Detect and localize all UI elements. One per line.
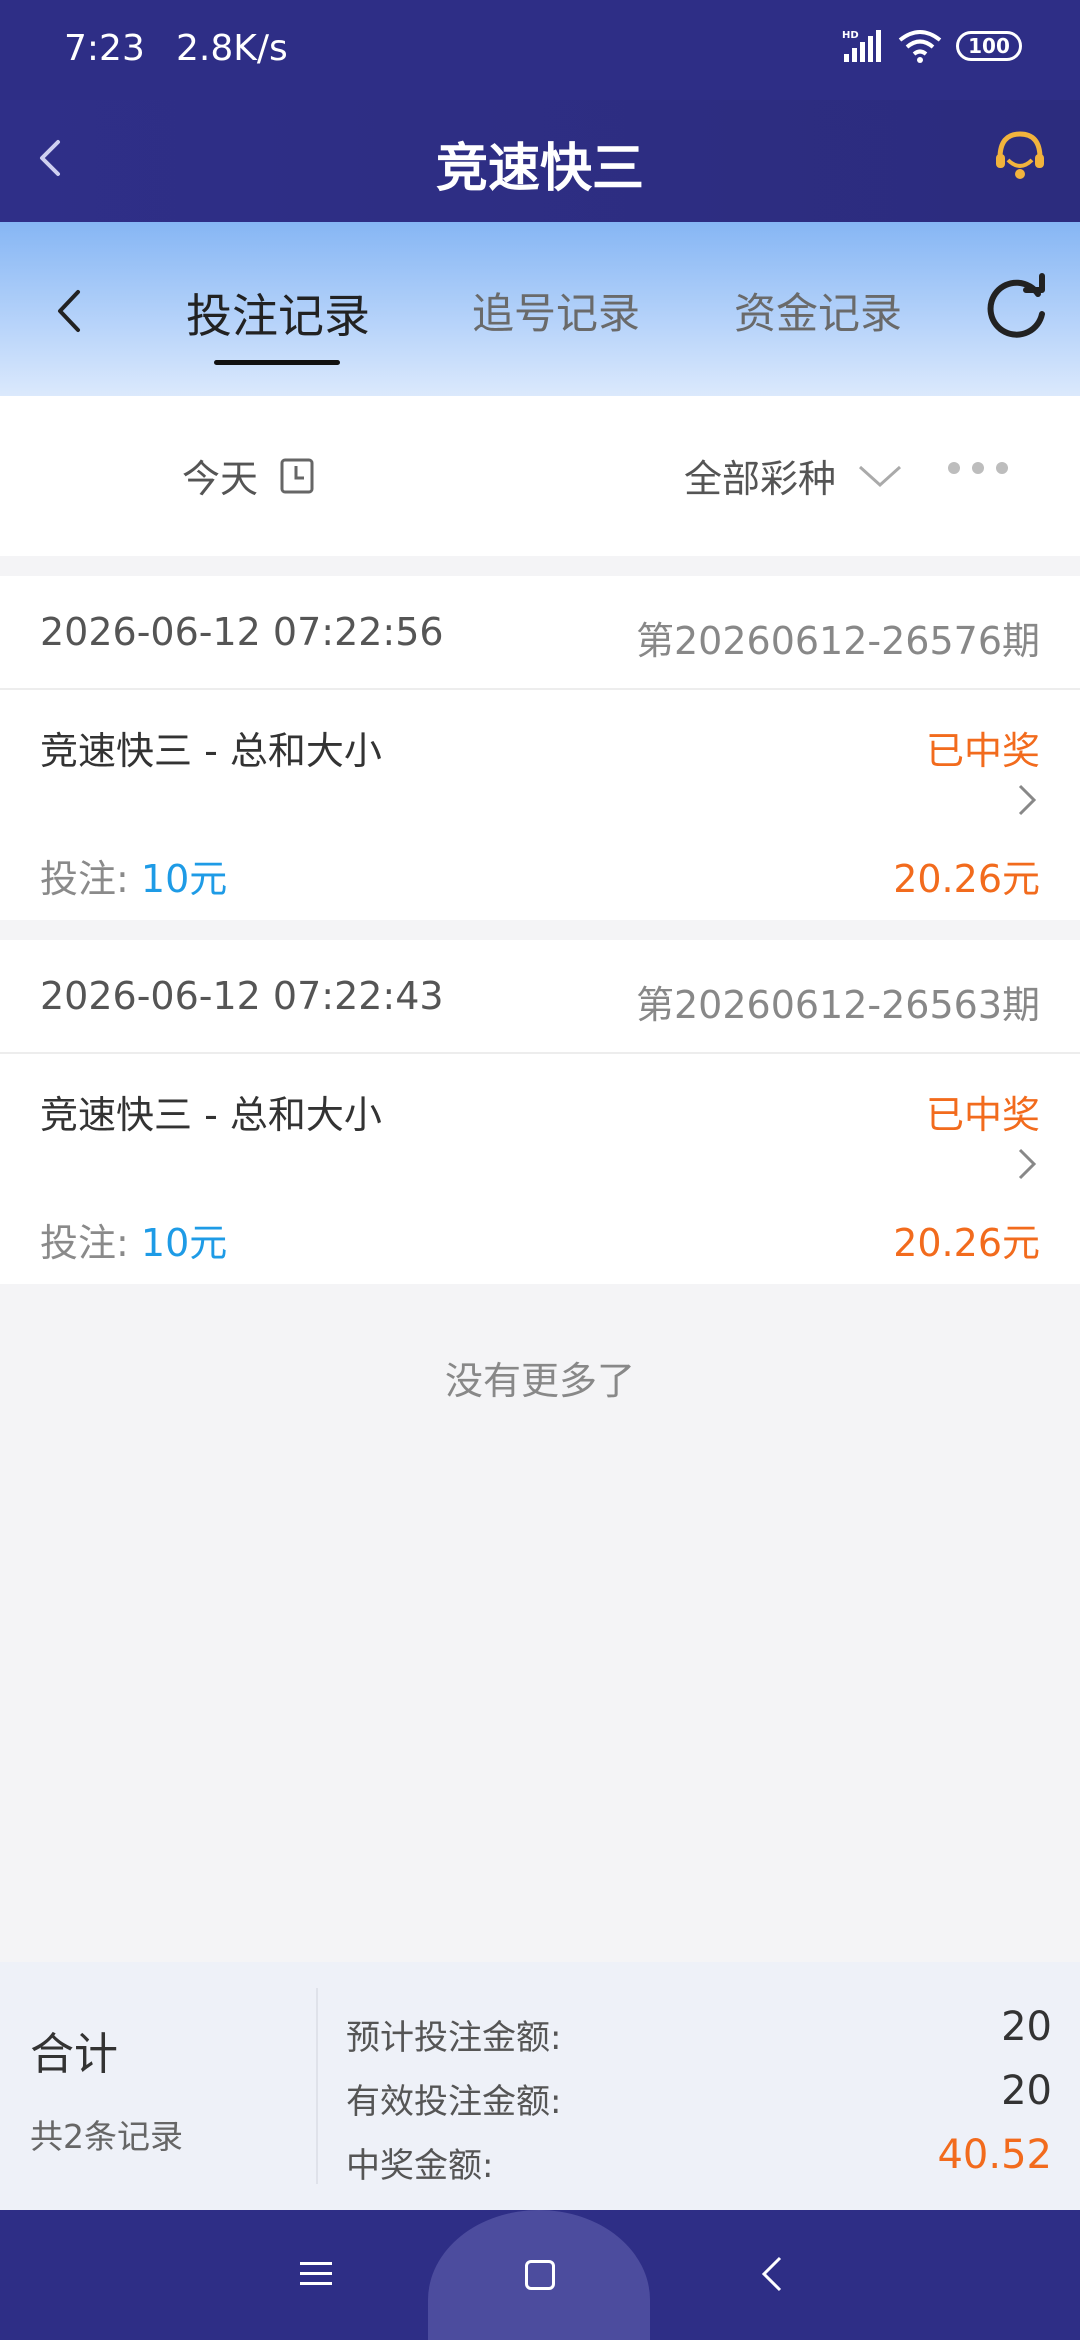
record-tab-bar: 投注记录 追号记录 资金记录 [0,222,1080,396]
bet-label: 投注: [40,1221,141,1265]
lottery-filter-label: 全部彩种 [684,457,837,501]
chevron-right-icon [1018,1148,1037,1180]
more-options-icon[interactable] [948,462,1008,474]
summary-divider [316,1988,318,2184]
record-period: 第20260612-26563期 [635,983,1040,1027]
signal-icon: HD [842,30,881,62]
record-header: 2026-06-12 07:22:56 第20260612-26576期 [0,576,1080,690]
home-button[interactable] [428,2210,650,2340]
refresh-icon[interactable] [978,272,1054,348]
wifi-icon [898,30,942,63]
record-prize: 20.26元 [893,1221,1040,1265]
status-icons: HD 100 [840,28,1022,64]
bet-amount: 10元 [140,857,228,901]
menu-icon[interactable] [296,2254,336,2294]
expected-bet-value: 20 [1001,2004,1052,2050]
status-network-speed: 2.8K/s [176,28,288,69]
record-prize: 20.26元 [893,857,1040,901]
tab-bet-records[interactable]: 投注记录 [186,280,370,346]
battery-icon: 100 [956,31,1022,61]
record-bet: 投注: 10元 [40,1212,227,1267]
page-title: 竞速快三 [435,139,644,199]
bet-record-card[interactable]: 2026-06-12 07:22:56 第20260612-26576期 竞速快… [0,576,1080,920]
customer-service-icon[interactable] [990,126,1050,186]
summary-title: 合计 [30,2029,118,2080]
record-body: 竞速快三 - 总和大小 已中奖 投注: 10元 20.26元 [0,690,1080,920]
active-tab-indicator [214,360,340,365]
prize-label: 中奖金额: [346,2146,494,2186]
app-header: 竞速快三 [0,100,1080,222]
record-game-name: 竞速快三 - 总和大小 [40,1093,382,1137]
date-filter-label: 今天 [182,457,259,501]
record-body: 竞速快三 - 总和大小 已中奖 投注: 10元 20.26元 [0,1054,1080,1284]
no-more-text: 没有更多了 [444,1359,635,1403]
chevron-right-icon [1018,784,1037,816]
summary-panel: 合计 共2条记录 预计投注金额: 20 有效投注金额: 20 中奖金额: 40.… [0,1962,1080,2210]
nav-back-icon[interactable] [752,2252,792,2296]
tab-back-icon[interactable] [40,276,100,346]
status-time: 7:23 [64,28,145,69]
filter-bar: 今天 全部彩种 [0,396,1080,556]
date-filter[interactable]: 今天 [182,448,314,503]
tab-fund-records[interactable]: 资金记录 [734,280,902,341]
home-icon [525,2260,555,2290]
tab-chase-records[interactable]: 追号记录 [472,280,640,341]
record-status: 已中奖 [925,1093,1040,1137]
record-header: 2026-06-12 07:22:43 第20260612-26563期 [0,940,1080,1054]
prize-value: 40.52 [937,2132,1052,2178]
chevron-down-icon [859,465,902,487]
record-game-name: 竞速快三 - 总和大小 [40,729,382,773]
record-bet: 投注: 10元 [40,848,227,903]
valid-bet-value: 20 [1001,2068,1052,2114]
bet-label: 投注: [40,857,141,901]
clock-icon [280,458,314,493]
record-time: 2026-06-12 07:22:43 [40,974,444,1018]
summary-count: 共2条记录 [30,2117,183,2156]
bet-amount: 10元 [140,1221,228,1265]
record-time: 2026-06-12 07:22:56 [40,610,444,654]
system-nav-bar [0,2210,1080,2340]
signal-hd-label: HD [842,30,859,41]
record-period: 第20260612-26576期 [635,619,1040,663]
summary-prize-row: 中奖金额: 40.52 [346,2132,1052,2187]
record-status: 已中奖 [925,729,1040,773]
summary-expected-row: 预计投注金额: 20 [346,2004,1052,2059]
expected-bet-label: 预计投注金额: [346,2018,562,2058]
summary-valid-row: 有效投注金额: 20 [346,2068,1052,2123]
status-bar: 7:23 2.8K/s HD 100 [0,0,1080,100]
bet-record-card[interactable]: 2026-06-12 07:22:43 第20260612-26563期 竞速快… [0,940,1080,1284]
valid-bet-label: 有效投注金额: [346,2082,562,2122]
lottery-type-filter[interactable]: 全部彩种 [684,448,902,503]
battery-level: 100 [968,34,1010,58]
